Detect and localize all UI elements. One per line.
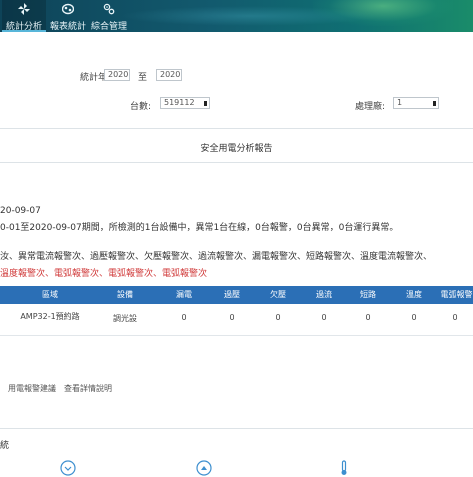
count-label: 台數:	[130, 102, 152, 112]
chevron-down-icon	[204, 101, 207, 106]
nav-item-management[interactable]: 綜合管理	[89, 0, 129, 32]
year-to-label: 至	[138, 73, 148, 83]
column-header-area: 區域	[42, 290, 58, 299]
nav-item-label: 統計分析	[5, 22, 42, 32]
report-alarm-types: 汝、異常電流報警次、過壓報警次、欠壓報警次、過流報警次、漏電報警次、短路報警次、…	[0, 252, 433, 262]
cell-area: AMP32-1預約路	[20, 312, 80, 321]
chevron-down-icon	[433, 101, 436, 106]
column-header-overcurrent: 過流	[316, 290, 332, 299]
cell-value: 0	[365, 313, 371, 322]
section-label: 統	[0, 441, 10, 451]
alarm-advice-link[interactable]: 用電報警建議	[8, 383, 56, 394]
cell-value: 0	[181, 313, 187, 322]
nav-item-statistics[interactable]: 統計分析	[2, 0, 46, 32]
year-to-input[interactable]: 2020	[156, 69, 182, 81]
column-header-overvoltage: 過壓	[224, 290, 240, 299]
download-circle-icon[interactable]	[60, 460, 76, 476]
processor-select-value: 1	[397, 98, 403, 107]
top-nav-bar: 統計分析 報表統計 綜合管理	[0, 0, 473, 32]
report-alert-line: 溫度報警次、電弧報警次、電弧報警次、電弧報警次	[0, 269, 208, 279]
report-summary: 0-01至2020-09-07期間，所檢測的1台設備中，異常1台在線，0台報警，…	[0, 223, 399, 233]
cell-value: 0	[275, 313, 281, 322]
divider	[0, 162, 473, 163]
count-select[interactable]: 519112	[160, 97, 210, 109]
report-title: 安全用電分析報告	[200, 144, 273, 154]
cell-value: 0	[321, 313, 327, 322]
count-select-value: 519112	[164, 98, 195, 107]
cell-value: 0	[452, 313, 458, 322]
nav-item-label: 綜合管理	[90, 22, 127, 32]
cell-device: 調光設	[113, 314, 137, 323]
divider	[0, 128, 473, 129]
column-header-leakage: 漏電	[176, 290, 192, 299]
column-header-arc-alarm: 電弧報警	[440, 290, 473, 299]
processor-label: 處理廠:	[355, 102, 386, 112]
nav-item-label: 報表統計	[49, 22, 86, 32]
column-header-device: 設備	[117, 290, 133, 299]
column-header-temperature: 溫度	[406, 290, 422, 299]
chart-icon	[62, 3, 74, 15]
column-header-short-circuit: 短路	[360, 290, 376, 299]
column-header-undervoltage: 欠壓	[270, 290, 286, 299]
gears-icon	[103, 3, 115, 15]
details-link[interactable]: 查看詳情說明	[64, 383, 112, 394]
processor-select[interactable]: 1	[393, 97, 439, 109]
thermometer-icon[interactable]	[336, 460, 352, 476]
nav-background-light	[313, 0, 453, 26]
table-header: 區域 設備 漏電 過壓 欠壓 過流 短路 溫度 電弧報警	[0, 286, 473, 304]
cell-value: 0	[411, 313, 417, 322]
report-date: 20-09-07	[0, 206, 41, 216]
pinwheel-icon	[18, 3, 30, 15]
table-row[interactable]: AMP32-1預約路 調光設 0 0 0 0 0 0 0	[0, 304, 473, 336]
divider	[0, 428, 473, 429]
year-from-input[interactable]: 2020	[104, 69, 130, 81]
cell-value: 0	[229, 313, 235, 322]
upload-circle-icon[interactable]	[196, 460, 212, 476]
nav-item-reports[interactable]: 報表統計	[48, 0, 88, 32]
